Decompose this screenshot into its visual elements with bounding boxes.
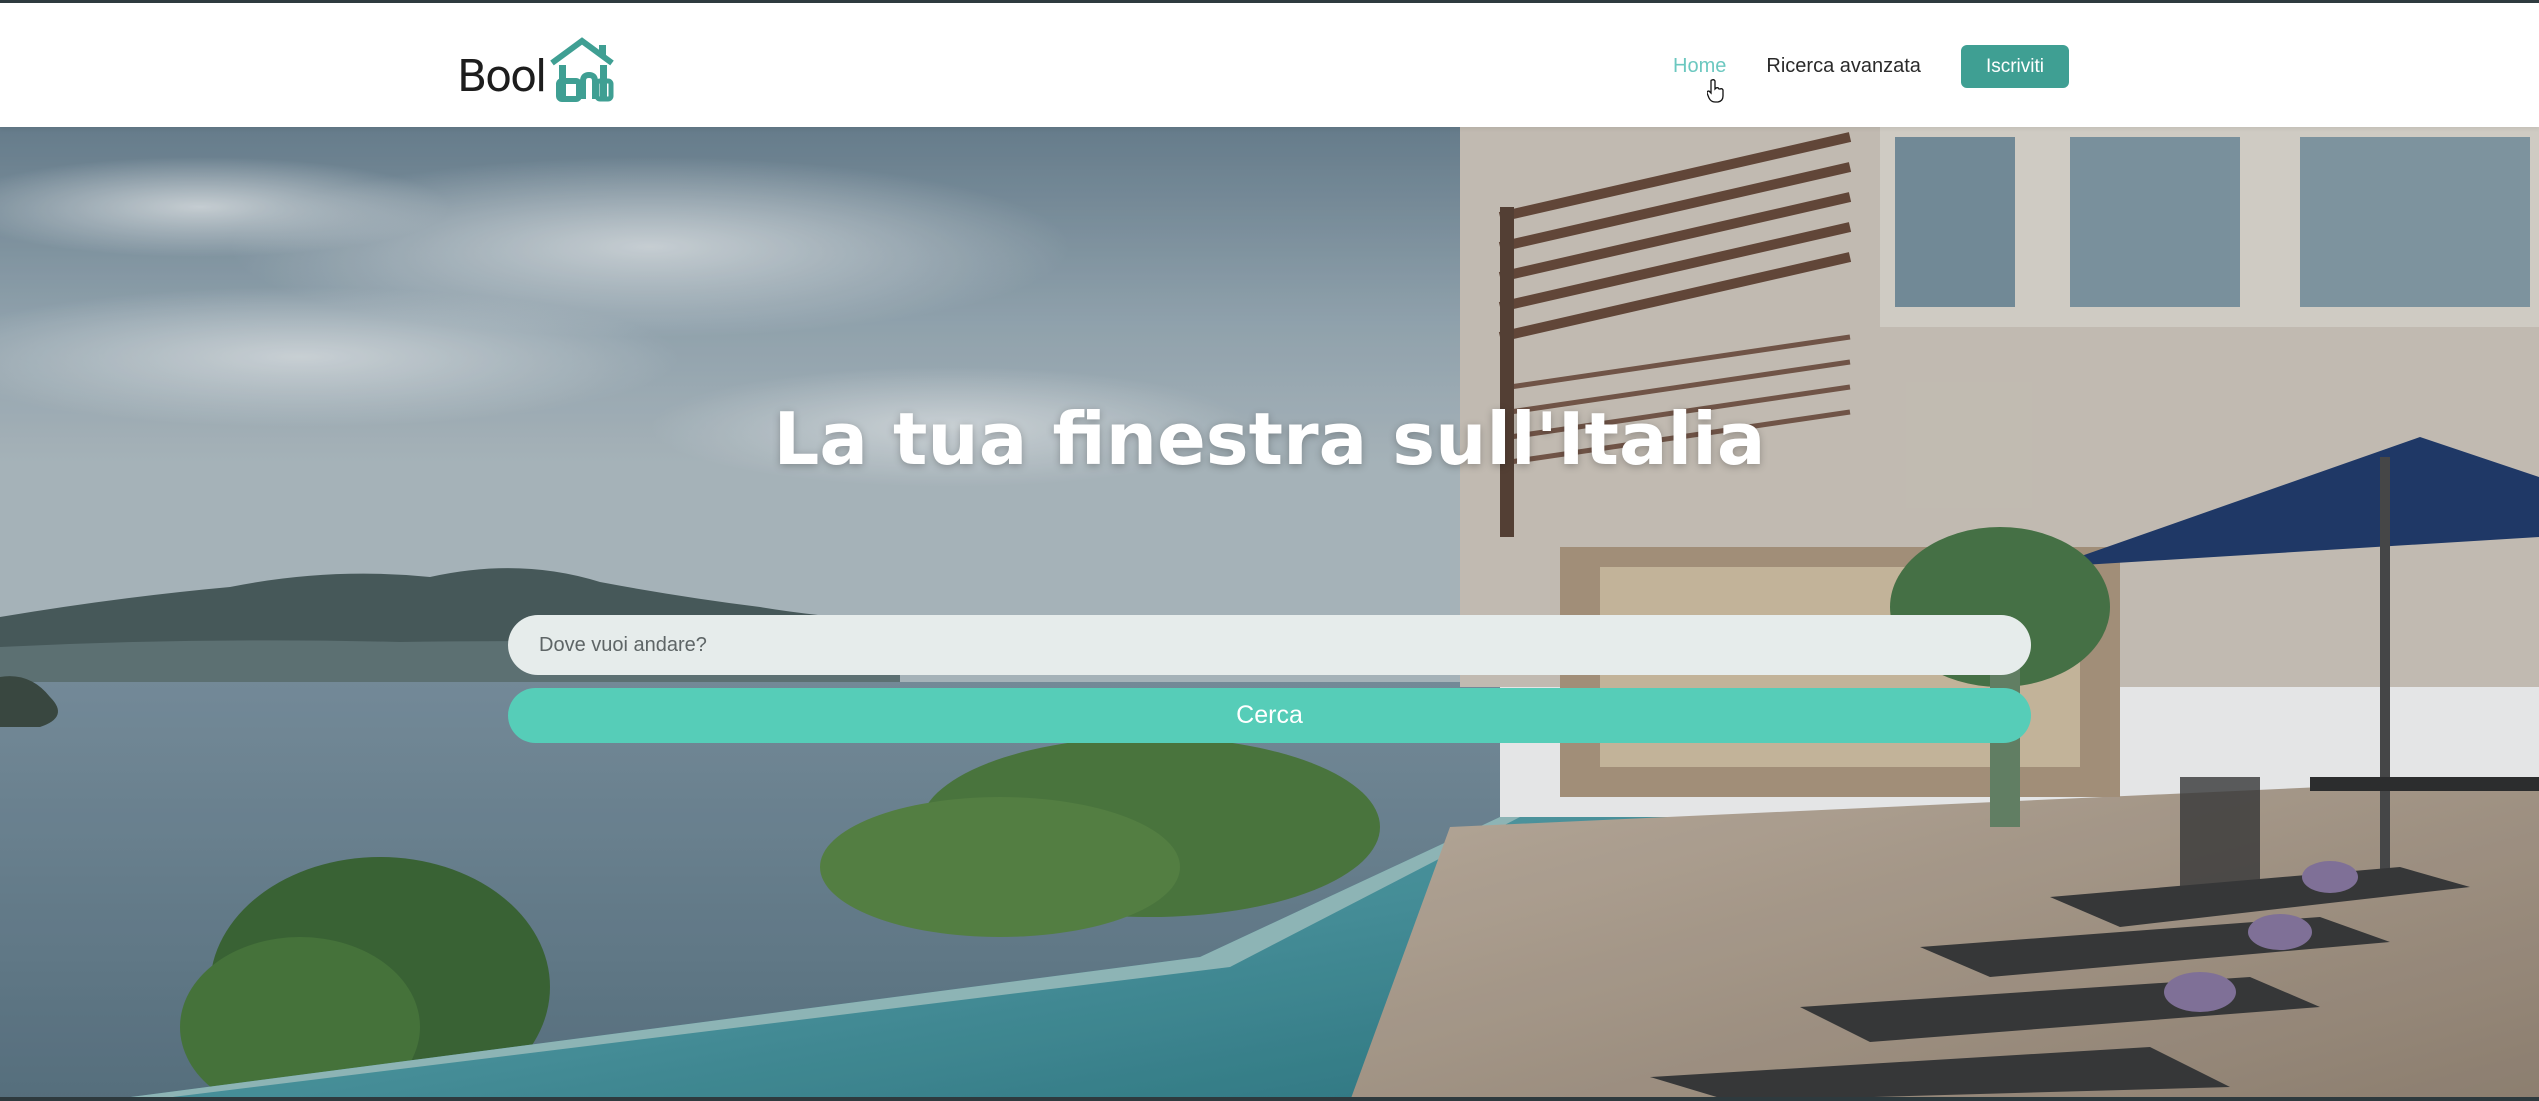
hero-overlay [0,127,2539,1101]
hero-title: La tua finestra sull'Italia [773,397,1766,481]
search-button[interactable]: Cerca [508,688,2031,743]
nav-advanced-search-link[interactable]: Ricerca avanzata [1766,55,1921,78]
signup-button[interactable]: Iscriviti [1960,45,2069,88]
nav-home-wrap: Home [1673,55,1726,103]
hero-section: La tua finestra sull'Italia Cerca [0,127,2539,1101]
nav-links: Home Ricerca avanzata Iscriviti [1673,45,2069,103]
navbar: Bool Home Ricerca avanzata Iscriviti [0,0,2539,127]
page: Bool Home Ricerca avanzata Iscriviti La … [0,0,2539,1101]
house-bnb-icon [550,37,615,102]
bottom-divider [0,1097,2539,1101]
search-input[interactable] [508,615,2031,675]
logo[interactable]: Bool [457,33,617,103]
nav-home-link[interactable]: Home [1673,55,1726,77]
hand-cursor-icon [1707,79,1724,103]
logo-text: Bool [457,51,547,102]
